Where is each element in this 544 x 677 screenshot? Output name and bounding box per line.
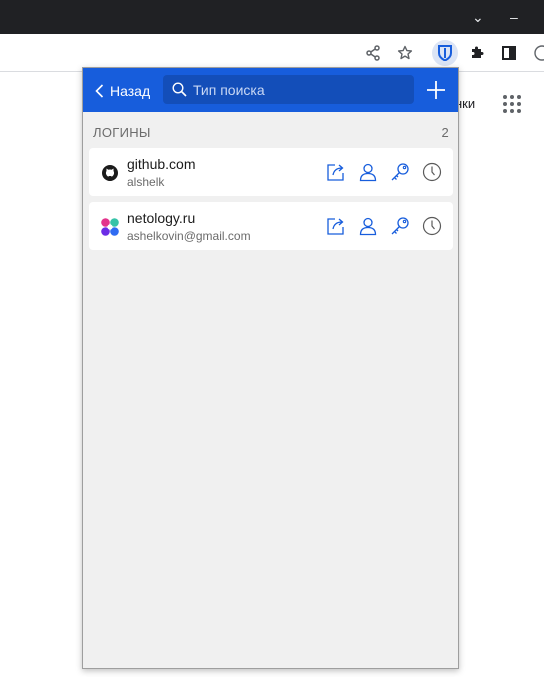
profile-icon[interactable] — [530, 41, 544, 65]
launch-icon[interactable] — [325, 214, 347, 238]
copy-username-icon[interactable] — [357, 160, 379, 184]
logins-section-header: ЛОГИНЫ 2 — [93, 125, 449, 140]
github-icon — [102, 165, 118, 181]
copy-password-icon[interactable] — [389, 214, 411, 238]
section-count: 2 — [441, 125, 449, 140]
browser-titlebar: ⌄ – — [0, 0, 544, 34]
login-item[interactable]: github.com alshelk — [89, 148, 453, 196]
login-item[interactable]: netology.ru ashelkovin@gmail.com — [89, 202, 453, 250]
extensions-puzzle-icon[interactable] — [465, 41, 489, 65]
launch-icon[interactable] — [325, 160, 347, 184]
bitwarden-popup: Назад ЛОГИНЫ 2 github.com alshelk — [82, 67, 459, 669]
search-icon — [172, 82, 187, 97]
apps-grid-icon[interactable] — [503, 95, 523, 115]
item-actions — [325, 160, 443, 184]
section-title: ЛОГИНЫ — [93, 125, 151, 140]
item-actions — [325, 214, 443, 238]
popup-header: Назад — [83, 68, 458, 112]
add-item-button[interactable] — [424, 78, 448, 102]
item-name: netology.ru — [127, 210, 196, 226]
item-name: github.com — [127, 156, 196, 172]
back-button[interactable]: Назад — [95, 80, 150, 102]
copy-username-icon[interactable] — [357, 214, 379, 238]
minimize-button[interactable]: – — [510, 8, 518, 26]
history-icon[interactable] — [421, 214, 443, 238]
side-panel-icon[interactable] — [497, 41, 521, 65]
bitwarden-extension-icon[interactable] — [432, 40, 458, 66]
chevron-left-icon — [95, 84, 104, 98]
search-box[interactable] — [163, 75, 414, 104]
share-icon[interactable] — [361, 41, 385, 65]
tab-search-chevron-icon[interactable]: ⌄ — [472, 8, 484, 26]
item-username: ashelkovin@gmail.com — [127, 229, 251, 243]
item-username: alshelk — [127, 175, 165, 189]
back-button-label: Назад — [110, 83, 151, 99]
netology-icon — [101, 218, 119, 236]
plus-icon — [427, 81, 445, 99]
search-input[interactable] — [193, 81, 403, 98]
copy-password-icon[interactable] — [389, 160, 411, 184]
bookmark-star-icon[interactable] — [393, 41, 417, 65]
history-icon[interactable] — [421, 160, 443, 184]
